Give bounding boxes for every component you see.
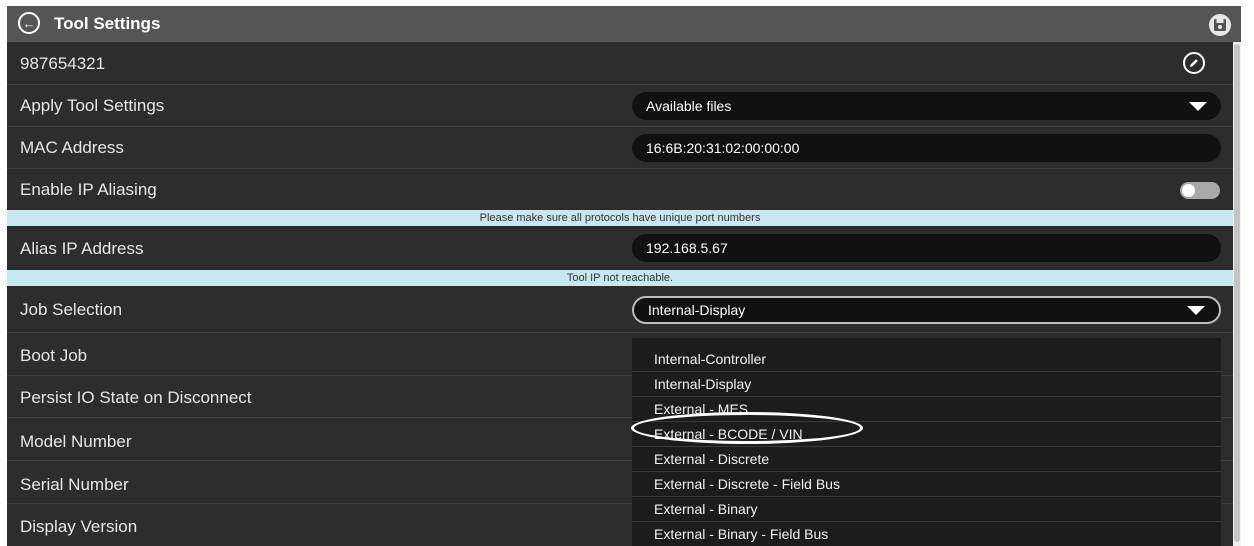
tool-name: 987654321 — [20, 54, 106, 73]
serial-number-label: Serial Number — [20, 475, 129, 494]
enable-ip-aliasing-label: Enable IP Aliasing — [20, 180, 157, 199]
mac-address-row: MAC Address 16:6B:20:31:02:00:00:00 — [7, 127, 1233, 169]
chevron-down-icon — [1189, 102, 1207, 111]
dropdown-option[interactable]: External - Binary - Field Bus — [632, 522, 1221, 546]
dropdown-option[interactable]: External - Discrete - Field Bus — [632, 472, 1221, 497]
job-selection-dropdown: Internal-Controller Internal-Display Ext… — [632, 338, 1221, 546]
save-icon[interactable] — [1209, 14, 1231, 36]
back-arrow-icon[interactable]: ← — [18, 12, 40, 34]
title-bar: ← Tool Settings — [7, 6, 1241, 42]
edit-pencil-icon[interactable] — [1183, 52, 1205, 74]
model-number-label: Model Number — [20, 432, 132, 451]
scrollbar[interactable] — [1233, 42, 1241, 546]
dropdown-option[interactable]: External - Discrete — [632, 447, 1221, 472]
job-selection-label: Job Selection — [20, 300, 123, 319]
alias-ip-value: 192.168.5.67 — [646, 240, 728, 256]
dropdown-option[interactable]: Internal-Display — [632, 372, 1221, 397]
port-notice-text: Please make sure all protocols have uniq… — [479, 212, 761, 224]
tool-name-row: 987654321 — [7, 42, 1233, 85]
job-selection-value: Internal-Display — [648, 302, 746, 318]
toggle-knob — [1182, 184, 1195, 197]
job-selection-row: Job Selection Internal-Display — [7, 286, 1233, 333]
mac-address-field[interactable]: 16:6B:20:31:02:00:00:00 — [632, 134, 1221, 162]
mac-address-label: MAC Address — [20, 138, 124, 157]
port-notice-banner: Please make sure all protocols have uniq… — [7, 210, 1233, 226]
dropdown-option[interactable]: External - Binary — [632, 497, 1221, 522]
dropdown-option[interactable]: Internal-Controller — [632, 347, 1221, 372]
apply-tool-settings-label: Apply Tool Settings — [20, 96, 165, 115]
apply-tool-settings-value: Available files — [646, 98, 732, 114]
unreachable-notice-banner: Tool IP not reachable. — [7, 270, 1233, 286]
alias-ip-field[interactable]: 192.168.5.67 — [632, 234, 1221, 262]
ip-aliasing-toggle[interactable] — [1180, 182, 1220, 199]
dropdown-option[interactable]: External - BCODE / VIN — [632, 422, 1221, 447]
alias-ip-label: Alias IP Address — [20, 239, 144, 258]
chevron-down-icon — [1187, 306, 1205, 315]
persist-io-label: Persist IO State on Disconnect — [20, 388, 252, 407]
mac-address-value: 16:6B:20:31:02:00:00:00 — [646, 140, 800, 156]
job-selection-select[interactable]: Internal-Display — [632, 296, 1221, 324]
scrollbar-thumb[interactable] — [1234, 44, 1240, 542]
tool-settings-window: ← Tool Settings 987654321 Apply Tool Set… — [7, 6, 1241, 546]
dropdown-option[interactable]: External - MES — [632, 397, 1221, 422]
display-version-label: Display Version — [20, 517, 138, 536]
page-title: Tool Settings — [54, 14, 161, 33]
apply-tool-settings-select[interactable]: Available files — [632, 92, 1221, 120]
apply-tool-settings-row: Apply Tool Settings Available files — [7, 85, 1233, 127]
alias-ip-row: Alias IP Address 192.168.5.67 — [7, 226, 1233, 270]
boot-job-label: Boot Job — [20, 346, 88, 365]
unreachable-notice-text: Tool IP not reachable. — [566, 272, 674, 284]
enable-ip-aliasing-row: Enable IP Aliasing — [7, 169, 1233, 210]
